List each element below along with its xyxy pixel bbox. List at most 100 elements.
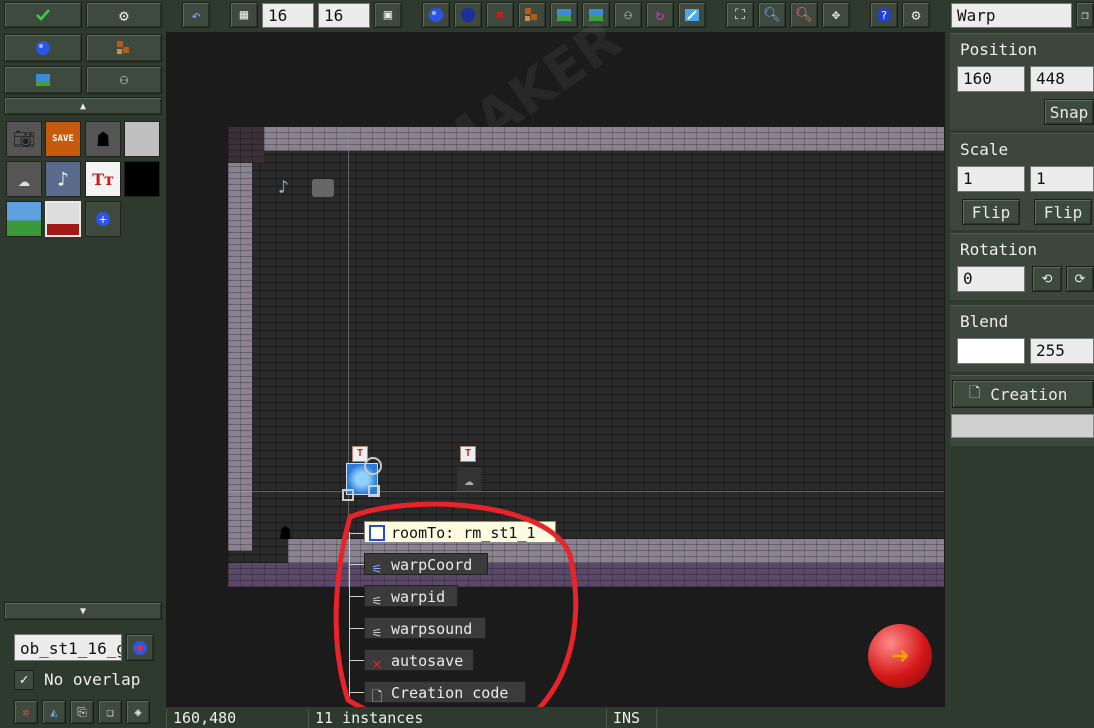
zoom-out-icon: 🔍︎ — [795, 7, 813, 23]
text-icon: Tт — [92, 169, 114, 189]
shift-button[interactable]: ✥ — [822, 2, 850, 28]
backgrounds-tab[interactable] — [4, 66, 82, 94]
tool-btn-2[interactable]: ◭ — [42, 700, 66, 724]
undo-button[interactable]: ↶ — [182, 2, 210, 28]
add-ball-icon: + — [96, 212, 110, 226]
object-tool-alt-button[interactable] — [454, 2, 482, 28]
object-picker-button[interactable] — [126, 634, 154, 661]
rotation-input[interactable]: 0 — [957, 266, 1025, 292]
scroll-down-button[interactable]: ▼ — [4, 602, 162, 620]
help-icon: ? — [877, 8, 891, 22]
blend-color-swatch[interactable] — [957, 338, 1025, 364]
grid-settings-button[interactable]: ▣ — [374, 2, 402, 28]
scroll-up-button[interactable]: ▲ — [4, 97, 162, 115]
eraser-icon: ◈ — [134, 705, 142, 719]
views-tab[interactable]: ⚇ — [86, 66, 162, 94]
tiles-icon — [525, 8, 537, 21]
rotation-label: Rotation — [960, 240, 1038, 259]
preferences-button[interactable]: ⚙ — [902, 2, 930, 28]
path-tool-button[interactable]: ↻ — [646, 2, 674, 28]
zoom-fit-button[interactable]: ⛶ — [726, 2, 754, 28]
copy-button[interactable]: ❐ — [1076, 2, 1094, 28]
tool-btn-3[interactable]: ⎘ — [70, 700, 94, 724]
confirm-button[interactable] — [4, 2, 82, 28]
camera-instance[interactable] — [312, 179, 334, 197]
scale-y-input[interactable]: 1 — [1030, 166, 1094, 192]
player-instance[interactable]: ☗ — [280, 523, 291, 544]
player-icon: ☗ — [280, 523, 291, 544]
zoom-in-button[interactable]: 🔍︎ — [758, 2, 786, 28]
rotate-ccw-button[interactable]: ⟲ — [1032, 266, 1062, 292]
sound-instance[interactable]: ♪ — [278, 177, 289, 198]
creation-code-button[interactable]: 🗋︎ Creation — [952, 380, 1094, 408]
grid-toggle-button[interactable]: ▦ — [230, 2, 258, 28]
camera-icon: 📷︎ — [12, 128, 36, 150]
scale-x-input[interactable]: 1 — [957, 166, 1025, 192]
flip-y-button[interactable]: Flip — [1034, 199, 1092, 225]
delete-tool-button[interactable]: ✖ — [486, 2, 514, 28]
tile-tool-button[interactable] — [518, 2, 546, 28]
status-empty — [656, 709, 945, 728]
tiles-tab[interactable] — [86, 34, 162, 62]
flip-x-button[interactable]: Flip — [962, 199, 1020, 225]
blank-object-tile[interactable] — [124, 121, 160, 157]
blend-label: Blend — [960, 312, 1009, 331]
svg-text:?: ? — [881, 9, 887, 22]
text-instance-2[interactable]: T — [460, 446, 476, 462]
mountain-object-tile[interactable] — [45, 201, 81, 237]
image-icon — [36, 74, 50, 86]
camera-object-tile[interactable]: 📷︎ — [6, 121, 42, 157]
add-object-tile[interactable]: + — [85, 201, 121, 237]
text-icon: T — [464, 448, 472, 459]
creation-code-preview[interactable] — [951, 414, 1094, 438]
black-object-tile[interactable] — [124, 161, 160, 197]
grid-height-input[interactable]: 16 — [318, 3, 370, 28]
wall-left — [228, 163, 252, 551]
room-settings-button[interactable] — [678, 2, 706, 28]
page-icon: 🗋︎ — [969, 385, 981, 401]
undo-icon: ↶ — [191, 5, 201, 25]
object-name-field[interactable]: ob_st1_16_g — [14, 634, 122, 661]
grid-icon: ▦ — [239, 7, 249, 23]
no-overlap-checkbox[interactable]: ✓ — [14, 670, 34, 690]
zoom-out-button[interactable]: 🔍︎ — [790, 2, 818, 28]
save-icon: SAVE — [52, 134, 74, 144]
copy-icon: ❐ — [1081, 8, 1089, 22]
objects-tab[interactable] — [4, 34, 82, 62]
snap-button[interactable]: Snap — [1044, 99, 1094, 125]
object-tool-button[interactable] — [422, 2, 450, 28]
tool-btn-1[interactable]: ✲ — [14, 700, 38, 724]
rotate-cw-button[interactable]: ⟳ — [1066, 266, 1094, 292]
blend-alpha-input[interactable]: 255 — [1030, 338, 1094, 364]
rotate-handle[interactable] — [364, 457, 382, 475]
text-object-tile[interactable]: Tт — [85, 161, 121, 197]
checkmark-icon: ✓ — [19, 672, 29, 688]
grid-width-input[interactable]: 16 — [262, 3, 314, 28]
settings-button[interactable]: ⚙ — [86, 2, 162, 28]
camera-icon: ⚇ — [119, 72, 129, 88]
rotate-cw-icon: ⟳ — [1074, 271, 1086, 287]
tiles-icon — [117, 41, 129, 54]
eraser-button[interactable]: ◈ — [126, 700, 150, 724]
smoke-object-tile[interactable]: ☁ — [6, 161, 42, 197]
arrow-right-icon: ➜ — [890, 638, 910, 674]
paste-icon: ⎘ — [77, 704, 87, 719]
landscape-object-tile[interactable] — [6, 201, 42, 237]
music-note-icon: ♪ — [278, 177, 289, 198]
tool-btn-4[interactable]: ❏ — [98, 700, 122, 724]
smoke-instance[interactable]: ☁ — [457, 467, 481, 491]
views-button[interactable]: ⚇ — [614, 2, 642, 28]
object-type-field[interactable]: Warp — [951, 3, 1072, 28]
position-x-input[interactable]: 160 — [957, 66, 1025, 92]
checkmark-icon — [36, 9, 50, 21]
text-icon: T — [356, 448, 364, 459]
player-object-tile[interactable]: ☗ — [85, 121, 121, 157]
position-y-input[interactable]: 448 — [1030, 66, 1094, 92]
status-mode: INS — [606, 709, 656, 728]
save-object-tile[interactable]: SAVE — [45, 121, 81, 157]
next-arrow-button[interactable]: ➜ — [868, 624, 932, 688]
move-icon: ✥ — [831, 7, 841, 23]
help-button[interactable]: ? — [870, 2, 898, 28]
sound-object-tile[interactable]: ♪ — [45, 161, 81, 197]
scale-label: Scale — [960, 140, 1009, 159]
